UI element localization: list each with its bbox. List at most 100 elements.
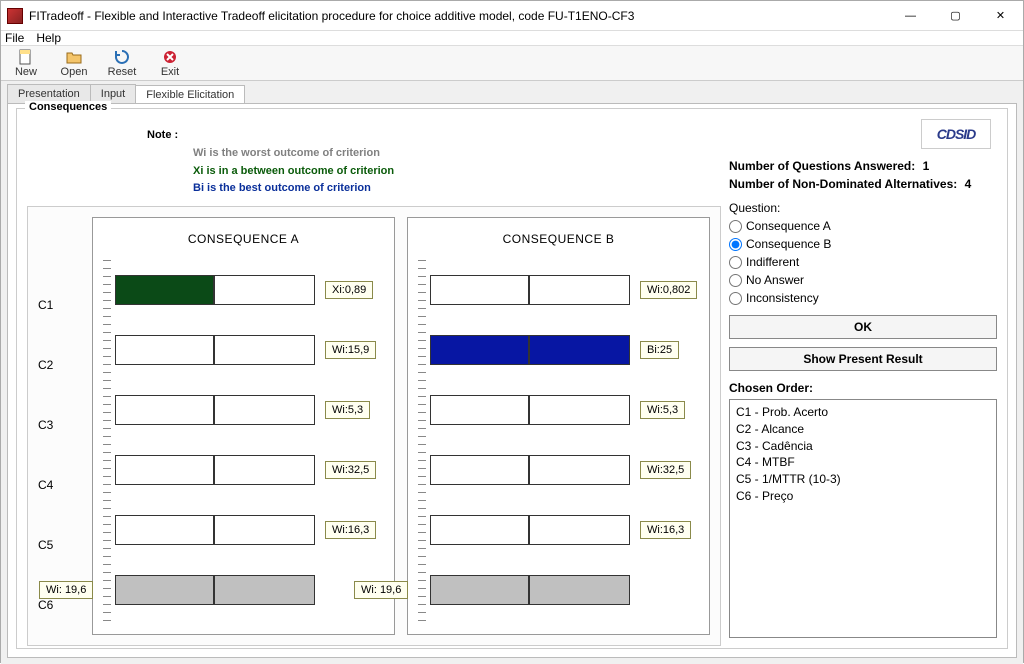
note-xi: Xi is in a between outcome of criterion: [193, 163, 587, 181]
toolbar-new-label: New: [15, 66, 37, 78]
chosen-order-list[interactable]: C1 - Prob. AcertoC2 - AlcanceC3 - Cadênc…: [729, 399, 997, 638]
radio-indifferent[interactable]: Indifferent: [729, 253, 997, 271]
bar-row: Xi:0,89: [111, 260, 384, 320]
show-present-result-button[interactable]: Show Present Result: [729, 347, 997, 371]
bar-midpoint-tick: [528, 455, 530, 485]
criterion-bar: [430, 335, 630, 365]
criterion-bar: [430, 455, 630, 485]
toolbar-exit-label: Exit: [161, 66, 179, 78]
chosen-order-item[interactable]: C1 - Prob. Acerto: [736, 404, 990, 421]
questions-answered-label: Number of Questions Answered:: [729, 159, 915, 173]
toolbar-new[interactable]: New: [7, 48, 45, 78]
toolbar-exit[interactable]: Exit: [151, 48, 189, 78]
value-badge: Wi:0,802: [640, 281, 697, 299]
chosen-order-item[interactable]: C5 - 1/MTTR (10-3): [736, 471, 990, 488]
bar-row: Wi:32,5: [426, 440, 699, 500]
bar-row: Wi:16,3: [426, 500, 699, 560]
radio-inconsistency[interactable]: Inconsistency: [729, 289, 997, 307]
bar-row: Wi:5,3: [426, 380, 699, 440]
radio-no-answer[interactable]: No Answer: [729, 271, 997, 289]
value-badge: Wi: 19,6: [39, 581, 93, 599]
question-group: Question: Consequence A Consequence B In…: [729, 201, 997, 307]
bar-midpoint-tick: [528, 395, 530, 425]
consequences-container: C1 C2 C3 C4 C5 C6 CONSEQUENCE A: [27, 206, 721, 646]
questions-answered-line: Number of Questions Answered: 1: [729, 159, 997, 173]
note-box: Note : Wi is the worst outcome of criter…: [147, 127, 587, 198]
toolbar-reset-label: Reset: [108, 66, 137, 78]
criterion-label: C1: [38, 298, 53, 312]
bar-midpoint-tick: [528, 335, 530, 365]
radio-label: Consequence A: [746, 219, 831, 233]
bar-row: Wi:32,5: [111, 440, 384, 500]
app-window: FITradeoff - Flexible and Interactive Tr…: [0, 0, 1024, 663]
criterion-bar: [115, 515, 315, 545]
folder-open-icon: [65, 48, 83, 66]
menu-file[interactable]: File: [5, 31, 24, 45]
axis-rail: [418, 260, 426, 624]
criterion-bar: [115, 275, 315, 305]
value-badge: Wi: 19,6: [354, 581, 408, 599]
chosen-order-item[interactable]: C4 - MTBF: [736, 454, 990, 471]
bar-midpoint-tick: [213, 275, 215, 305]
question-label: Question:: [729, 201, 997, 215]
chosen-order-item[interactable]: C2 - Alcance: [736, 421, 990, 438]
bar-midpoint-tick: [528, 275, 530, 305]
nondominated-line: Number of Non-Dominated Alternatives: 4: [729, 177, 997, 191]
value-badge: Xi:0,89: [325, 281, 373, 299]
criterion-bar: [115, 395, 315, 425]
reset-icon: [113, 48, 131, 66]
close-button[interactable]: ✕: [978, 1, 1023, 31]
bar-row: Wi:0,802: [426, 260, 699, 320]
menu-help[interactable]: Help: [36, 31, 61, 45]
app-icon: [7, 8, 23, 24]
toolbar-open-label: Open: [61, 66, 88, 78]
value-badge: Wi:16,3: [325, 521, 376, 539]
criterion-label: C4: [38, 478, 53, 492]
bar-midpoint-tick: [213, 395, 215, 425]
minimize-button[interactable]: —: [888, 1, 933, 31]
side-panel: Number of Questions Answered: 1 Number o…: [729, 119, 997, 638]
criterion-bar: [115, 335, 315, 365]
value-badge: Wi:5,3: [325, 401, 370, 419]
bar-midpoint-tick: [213, 575, 215, 605]
nondominated-label: Number of Non-Dominated Alternatives:: [729, 177, 957, 191]
tab-flexible-elicitation[interactable]: Flexible Elicitation: [135, 85, 245, 104]
exit-icon: [161, 48, 179, 66]
criterion-label: C6: [38, 598, 53, 612]
consequence-a-title: CONSEQUENCE A: [103, 232, 384, 246]
bar-row: Wi:5,3: [111, 380, 384, 440]
chosen-order-item[interactable]: C6 - Preço: [736, 488, 990, 505]
note-label: Note :: [147, 129, 178, 141]
bar-row: Bi:25: [426, 320, 699, 380]
consequence-a-panel: CONSEQUENCE A Xi:0,89 Wi:15,9 Wi:5,3 Wi:32,…: [92, 217, 395, 635]
group-title: Consequences: [25, 101, 111, 113]
criterion-bar: [115, 455, 315, 485]
nondominated-value: 4: [965, 177, 972, 191]
toolbar-reset[interactable]: Reset: [103, 48, 141, 78]
maximize-button[interactable]: ▢: [933, 1, 978, 31]
value-badge: Wi:32,5: [640, 461, 691, 479]
criterion-bar: [430, 515, 630, 545]
radio-consequence-b[interactable]: Consequence B: [729, 235, 997, 253]
menubar: File Help: [1, 31, 1023, 46]
bar-midpoint-tick: [213, 515, 215, 545]
value-badge: Wi:16,3: [640, 521, 691, 539]
titlebar: FITradeoff - Flexible and Interactive Tr…: [1, 1, 1023, 31]
value-badge: Wi:15,9: [325, 341, 376, 359]
window-title: FITradeoff - Flexible and Interactive Tr…: [29, 9, 888, 23]
bar-fill: [116, 276, 215, 304]
toolbar: New Open Reset Exit: [1, 46, 1023, 81]
radio-label: Consequence B: [746, 237, 831, 251]
bar-row: Wi:15,9: [111, 320, 384, 380]
ok-button[interactable]: OK: [729, 315, 997, 339]
questions-answered-value: 1: [923, 159, 930, 173]
criterion-label: C5: [38, 538, 53, 552]
criterion-bar: [430, 395, 630, 425]
tab-strip: Presentation Input Flexible Elicitation: [7, 81, 1017, 103]
bar-row: Wi: 19,6: [426, 560, 699, 620]
value-badge: Bi:25: [640, 341, 679, 359]
chosen-order-item[interactable]: C3 - Cadência: [736, 438, 990, 455]
toolbar-open[interactable]: Open: [55, 48, 93, 78]
radio-consequence-a[interactable]: Consequence A: [729, 217, 997, 235]
new-file-icon: [17, 48, 35, 66]
